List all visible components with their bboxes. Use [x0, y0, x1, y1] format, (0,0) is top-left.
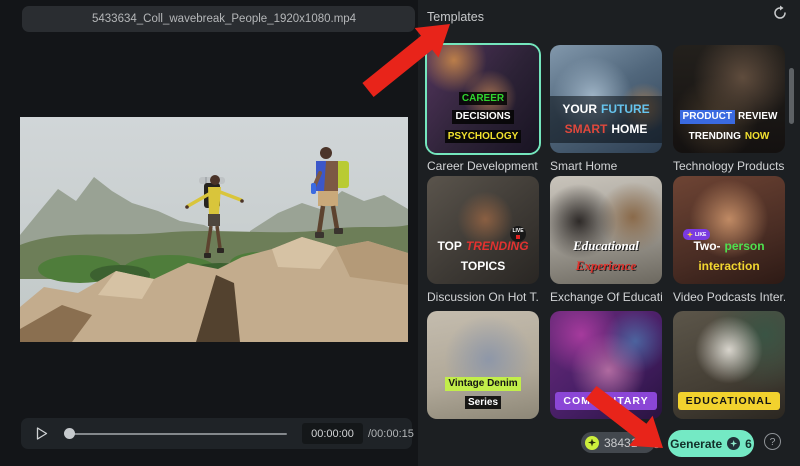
seek-track: [65, 433, 287, 435]
clip-filename: 5433634_Coll_wavebreak_People_1920x1080.…: [22, 13, 356, 25]
help-icon[interactable]: ?: [764, 433, 781, 450]
template-caption: Smart Home: [550, 159, 662, 173]
like-badge: LIKE: [683, 229, 710, 240]
seek-slider[interactable]: [65, 432, 287, 435]
template-caption: Video Podcasts Inter...: [673, 290, 785, 304]
credits-pill[interactable]: 38431 +: [581, 432, 655, 453]
template-overlay-text: Two-personinteraction: [673, 236, 785, 276]
template-card[interactable]: YOURFUTURESMARTHOME: [550, 45, 662, 153]
credits-plus-icon: +: [640, 436, 647, 450]
refresh-icon[interactable]: [650, 437, 663, 450]
template-card[interactable]: PRODUCTREVIEWTRENDINGNOW: [673, 45, 785, 153]
template-cell: Two-personinteractionLIKE Video Podcasts …: [673, 176, 785, 304]
template-overlay-text: PRODUCTREVIEWTRENDINGNOW: [673, 105, 785, 145]
template-cell: Vintage DenimSeries: [427, 311, 539, 419]
template-cell: EDUCATIONAL: [673, 311, 785, 419]
template-cell: PRODUCTREVIEWTRENDINGNOW Technology Produ…: [673, 45, 785, 173]
clip-name-bar: 5433634_Coll_wavebreak_People_1920x1080.…: [22, 6, 415, 32]
play-icon[interactable]: [36, 427, 48, 440]
template-caption: Technology Products: [673, 159, 785, 173]
template-row-1: CAREERDECISIONSPSYCHOLOGY Career Developm…: [427, 45, 785, 173]
generate-label: Generate: [670, 437, 722, 451]
video-frame-image: [20, 117, 408, 342]
generate-coin-icon: [727, 437, 740, 450]
template-card[interactable]: CAREERDECISIONSPSYCHOLOGY: [427, 45, 539, 153]
credits-count: 38431: [604, 436, 637, 450]
video-preview[interactable]: [20, 117, 408, 342]
live-badge: LIVE: [510, 226, 526, 242]
template-overlay-text: EDUCATIONAL: [673, 390, 785, 411]
total-duration: /00:00:15: [368, 423, 414, 444]
template-cell: TOPTRENDINGTOPICSLIVE Discussion On Hot T…: [427, 176, 539, 304]
template-overlay-text: COMMENTARY: [550, 390, 662, 411]
generate-cost: 6: [745, 437, 752, 451]
template-overlay-text: CAREERDECISIONSPSYCHOLOGY: [427, 87, 539, 145]
template-cell: CAREERDECISIONSPSYCHOLOGY Career Developm…: [427, 45, 539, 173]
seek-handle[interactable]: [64, 428, 75, 439]
template-overlay-text: Vintage DenimSeries: [427, 372, 539, 411]
template-row-3: Vintage DenimSeries COMMENTARY EDUCATIONAL: [427, 311, 785, 419]
template-overlay-text: YOURFUTURESMARTHOME: [550, 96, 662, 143]
template-overlay-text: TOPTRENDINGTOPICS: [427, 236, 539, 276]
templates-title: Templates: [427, 10, 484, 24]
template-card[interactable]: Two-personinteractionLIKE: [673, 176, 785, 284]
template-card[interactable]: EducationalExperience: [550, 176, 662, 284]
generate-button[interactable]: Generate 6: [668, 430, 754, 457]
template-card[interactable]: TOPTRENDINGTOPICSLIVE: [427, 176, 539, 284]
template-cell: COMMENTARY: [550, 311, 662, 419]
scrollbar-thumb[interactable]: [789, 68, 794, 124]
template-caption: Discussion On Hot T...: [427, 290, 539, 304]
template-caption: Career Development: [427, 159, 539, 173]
template-cell: YOURFUTURESMARTHOME Smart Home: [550, 45, 662, 173]
player-bar: 00:00:00 /00:00:15: [21, 418, 412, 449]
template-caption: Exchange Of Educati...: [550, 290, 662, 304]
template-row-2: TOPTRENDINGTOPICSLIVE Discussion On Hot T…: [427, 176, 785, 304]
template-card[interactable]: COMMENTARY: [550, 311, 662, 419]
template-card[interactable]: EDUCATIONAL: [673, 311, 785, 419]
current-time: 00:00:00: [302, 423, 363, 444]
reset-icon[interactable]: [772, 5, 788, 21]
credits-coin-icon: [585, 436, 599, 450]
template-cell: EducationalExperience Exchange Of Educati…: [550, 176, 662, 304]
template-overlay-text: EducationalExperience: [550, 236, 662, 276]
template-card[interactable]: Vintage DenimSeries: [427, 311, 539, 419]
